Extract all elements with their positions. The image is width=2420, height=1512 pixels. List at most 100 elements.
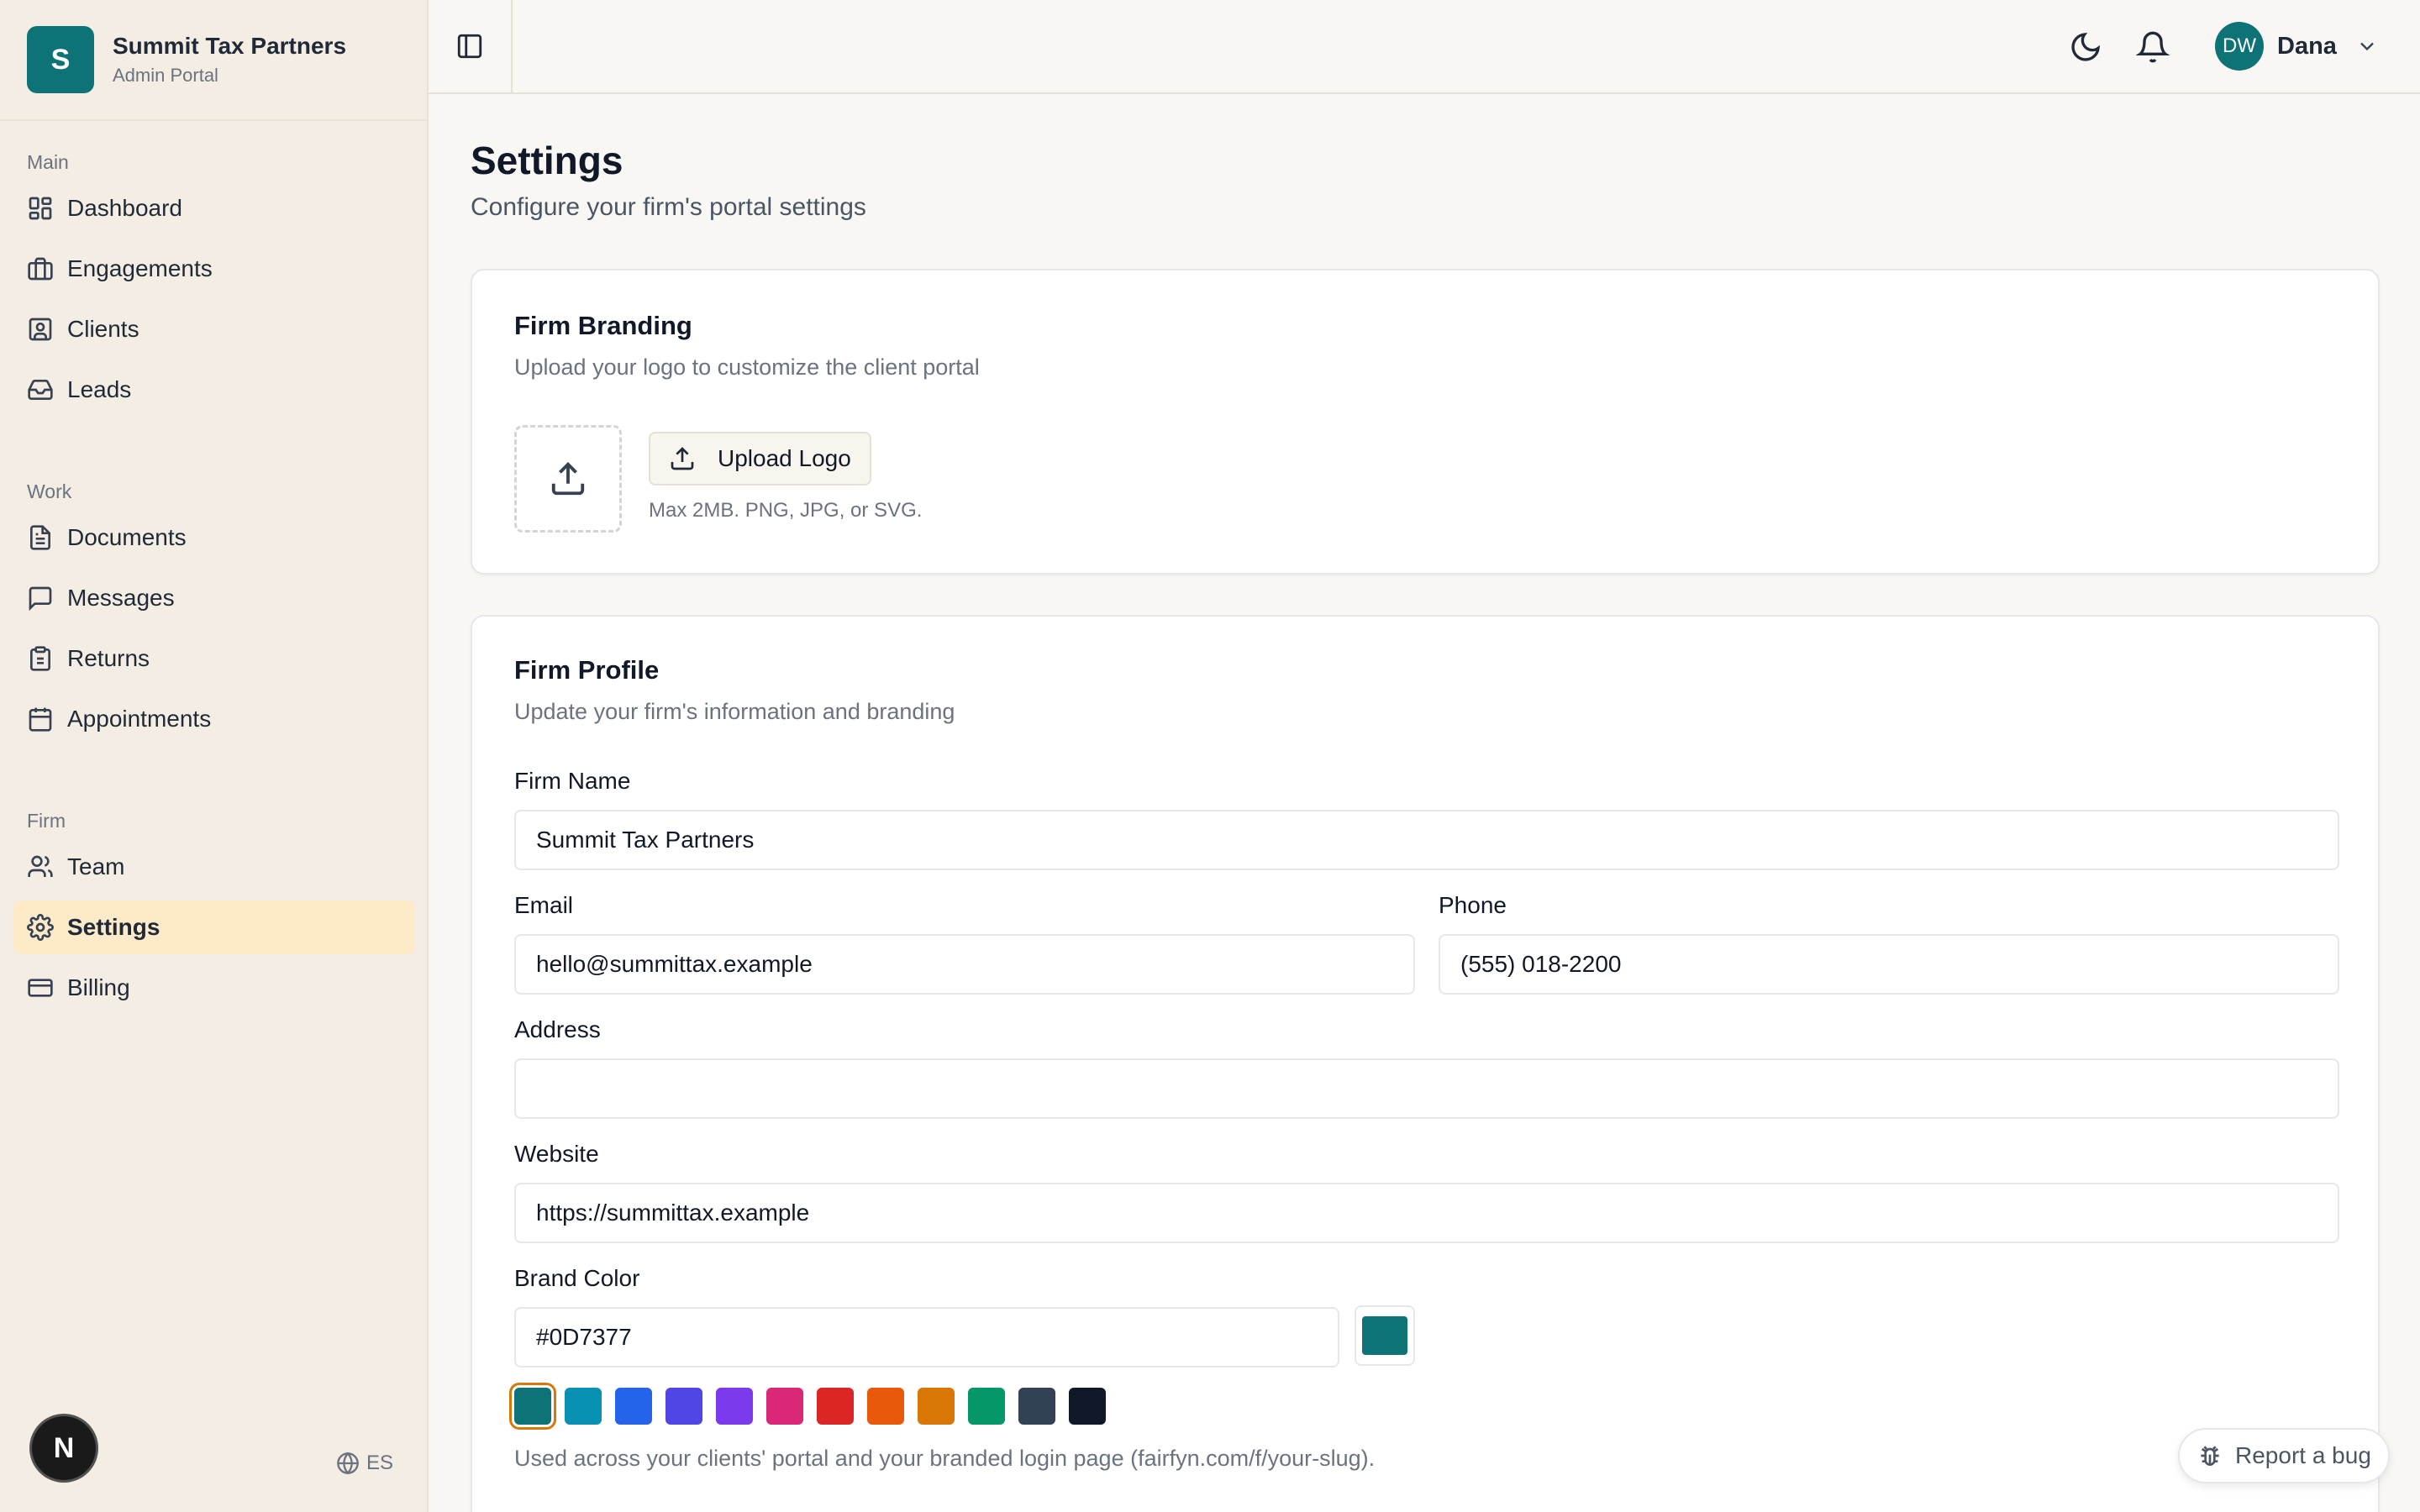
sidebar-item-team[interactable]: Team <box>13 840 415 894</box>
upload-icon <box>671 447 694 470</box>
inbox-icon <box>27 376 54 403</box>
globe-icon <box>337 1452 359 1475</box>
bell-icon <box>2135 31 2170 63</box>
firm-name-field[interactable] <box>514 810 2339 870</box>
document-icon <box>27 524 54 551</box>
sidebar-item-messages[interactable]: Messages <box>13 571 415 625</box>
user-menu[interactable]: DW Dana <box>2215 22 2379 71</box>
color-swatch[interactable] <box>716 1388 753 1425</box>
language-switcher[interactable]: ES <box>336 1452 393 1475</box>
color-preview-swatch <box>1362 1316 1407 1355</box>
sidebar-item-leads[interactable]: Leads <box>13 363 415 417</box>
upload-hint: Max 2MB. PNG, JPG, or SVG. <box>649 499 923 522</box>
moon-icon <box>2071 32 2101 61</box>
user-name: Dana <box>2277 32 2337 60</box>
nav-section-firm: Firm Team Settings Billing <box>0 810 429 1021</box>
nav-section-work: Work Documents Messages Returns Appointm… <box>0 480 429 753</box>
color-picker-button[interactable] <box>1355 1305 1415 1366</box>
brand-subtitle: Admin Portal <box>113 65 218 86</box>
color-swatch[interactable] <box>766 1388 803 1425</box>
brand-logo: S <box>27 26 94 93</box>
website-field[interactable] <box>514 1183 2339 1243</box>
brand-color-field[interactable] <box>514 1307 1339 1368</box>
sidebar-item-label: Appointments <box>67 706 212 732</box>
color-swatch[interactable] <box>968 1388 1005 1425</box>
color-swatch[interactable] <box>918 1388 955 1425</box>
sidebar-item-label: Leads <box>67 376 132 402</box>
address-field[interactable] <box>514 1058 2339 1119</box>
framework-badge[interactable]: N <box>32 1416 96 1480</box>
logo-dropzone[interactable] <box>514 425 622 533</box>
sidebar-item-label: Engagements <box>67 255 213 281</box>
sidebar-item-label: Settings <box>67 914 160 940</box>
clipboard-icon <box>27 645 54 672</box>
color-swatch[interactable] <box>615 1388 652 1425</box>
sidebar-toggle-button[interactable] <box>429 0 513 92</box>
phone-field[interactable] <box>1439 934 2339 995</box>
nav-heading-work: Work <box>27 480 72 502</box>
sidebar-toggle-icon <box>457 34 482 59</box>
sidebar-item-returns[interactable]: Returns <box>13 632 415 685</box>
sidebar-item-label: Returns <box>67 645 150 671</box>
report-bug-label: Report a bug <box>2235 1442 2371 1468</box>
color-swatch[interactable] <box>514 1388 551 1425</box>
upload-icon <box>551 462 585 496</box>
brand-color-help: Used across your clients' portal and you… <box>514 1446 1376 1471</box>
sidebar-item-label: Clients <box>67 316 139 342</box>
page-title: Settings <box>471 139 623 182</box>
chevron-down-icon <box>2360 42 2374 51</box>
credit-card-icon <box>27 974 54 1001</box>
sidebar-item-label: Messages <box>67 585 175 611</box>
firm-profile-card: Firm Profile Update your firm's informat… <box>471 615 2380 1512</box>
brand-header[interactable]: S Summit Tax Partners Admin Portal <box>0 0 427 121</box>
topbar: DW Dana <box>429 0 2420 94</box>
card-title: Firm Profile <box>514 655 660 685</box>
sidebar-item-dashboard[interactable]: Dashboard <box>13 181 415 235</box>
nav-heading-main: Main <box>27 151 69 173</box>
phone-label: Phone <box>1439 892 1507 918</box>
report-bug-button[interactable]: Report a bug <box>2178 1428 2390 1483</box>
firm-name-label: Firm Name <box>514 768 631 794</box>
color-swatch[interactable] <box>666 1388 702 1425</box>
color-swatch[interactable] <box>565 1388 602 1425</box>
email-field[interactable] <box>514 934 1415 995</box>
card-subtitle: Update your firm's information and brand… <box>514 699 955 724</box>
nav-heading-firm: Firm <box>27 810 66 832</box>
gear-icon <box>27 914 54 941</box>
dashboard-icon <box>27 195 54 222</box>
briefcase-icon <box>27 255 54 282</box>
upload-logo-button[interactable]: Upload Logo <box>649 432 871 486</box>
color-swatch[interactable] <box>817 1388 854 1425</box>
website-label: Website <box>514 1141 599 1167</box>
color-swatch[interactable] <box>867 1388 904 1425</box>
avatar: DW <box>2215 22 2264 71</box>
contact-icon <box>27 316 54 343</box>
theme-toggle-button[interactable] <box>2069 30 2102 64</box>
firm-branding-card: Firm Branding Upload your logo to custom… <box>471 269 2380 575</box>
sidebar-item-clients[interactable]: Clients <box>13 302 415 356</box>
notifications-button[interactable] <box>2135 30 2170 64</box>
color-swatches <box>514 1388 1119 1425</box>
sidebar-item-label: Team <box>67 853 125 879</box>
sidebar: S Summit Tax Partners Admin Portal Main … <box>0 0 429 1512</box>
sidebar-item-label: Documents <box>67 524 187 550</box>
email-label: Email <box>514 892 574 918</box>
sidebar-item-documents[interactable]: Documents <box>13 511 415 564</box>
app-root: S Summit Tax Partners Admin Portal Main … <box>0 0 2420 1512</box>
sidebar-item-label: Dashboard <box>67 195 182 221</box>
sidebar-item-billing[interactable]: Billing <box>13 961 415 1015</box>
sidebar-item-label: Billing <box>67 974 130 1000</box>
color-swatch[interactable] <box>1069 1388 1106 1425</box>
language-label: ES <box>366 1452 394 1474</box>
upload-logo-label: Upload Logo <box>718 445 851 471</box>
sidebar-item-engagements[interactable]: Engagements <box>13 242 415 296</box>
nav-section-main: Main Dashboard Engagements Clients Leads <box>0 151 429 423</box>
sidebar-item-settings[interactable]: Settings <box>13 900 415 954</box>
users-icon <box>27 853 54 880</box>
brand-color-label: Brand Color <box>514 1265 640 1291</box>
page-subtitle: Configure your firm's portal settings <box>471 193 866 221</box>
color-swatch[interactable] <box>1018 1388 1055 1425</box>
card-subtitle: Upload your logo to customize the client… <box>514 354 980 380</box>
sidebar-item-appointments[interactable]: Appointments <box>13 692 415 746</box>
calendar-icon <box>27 706 54 732</box>
